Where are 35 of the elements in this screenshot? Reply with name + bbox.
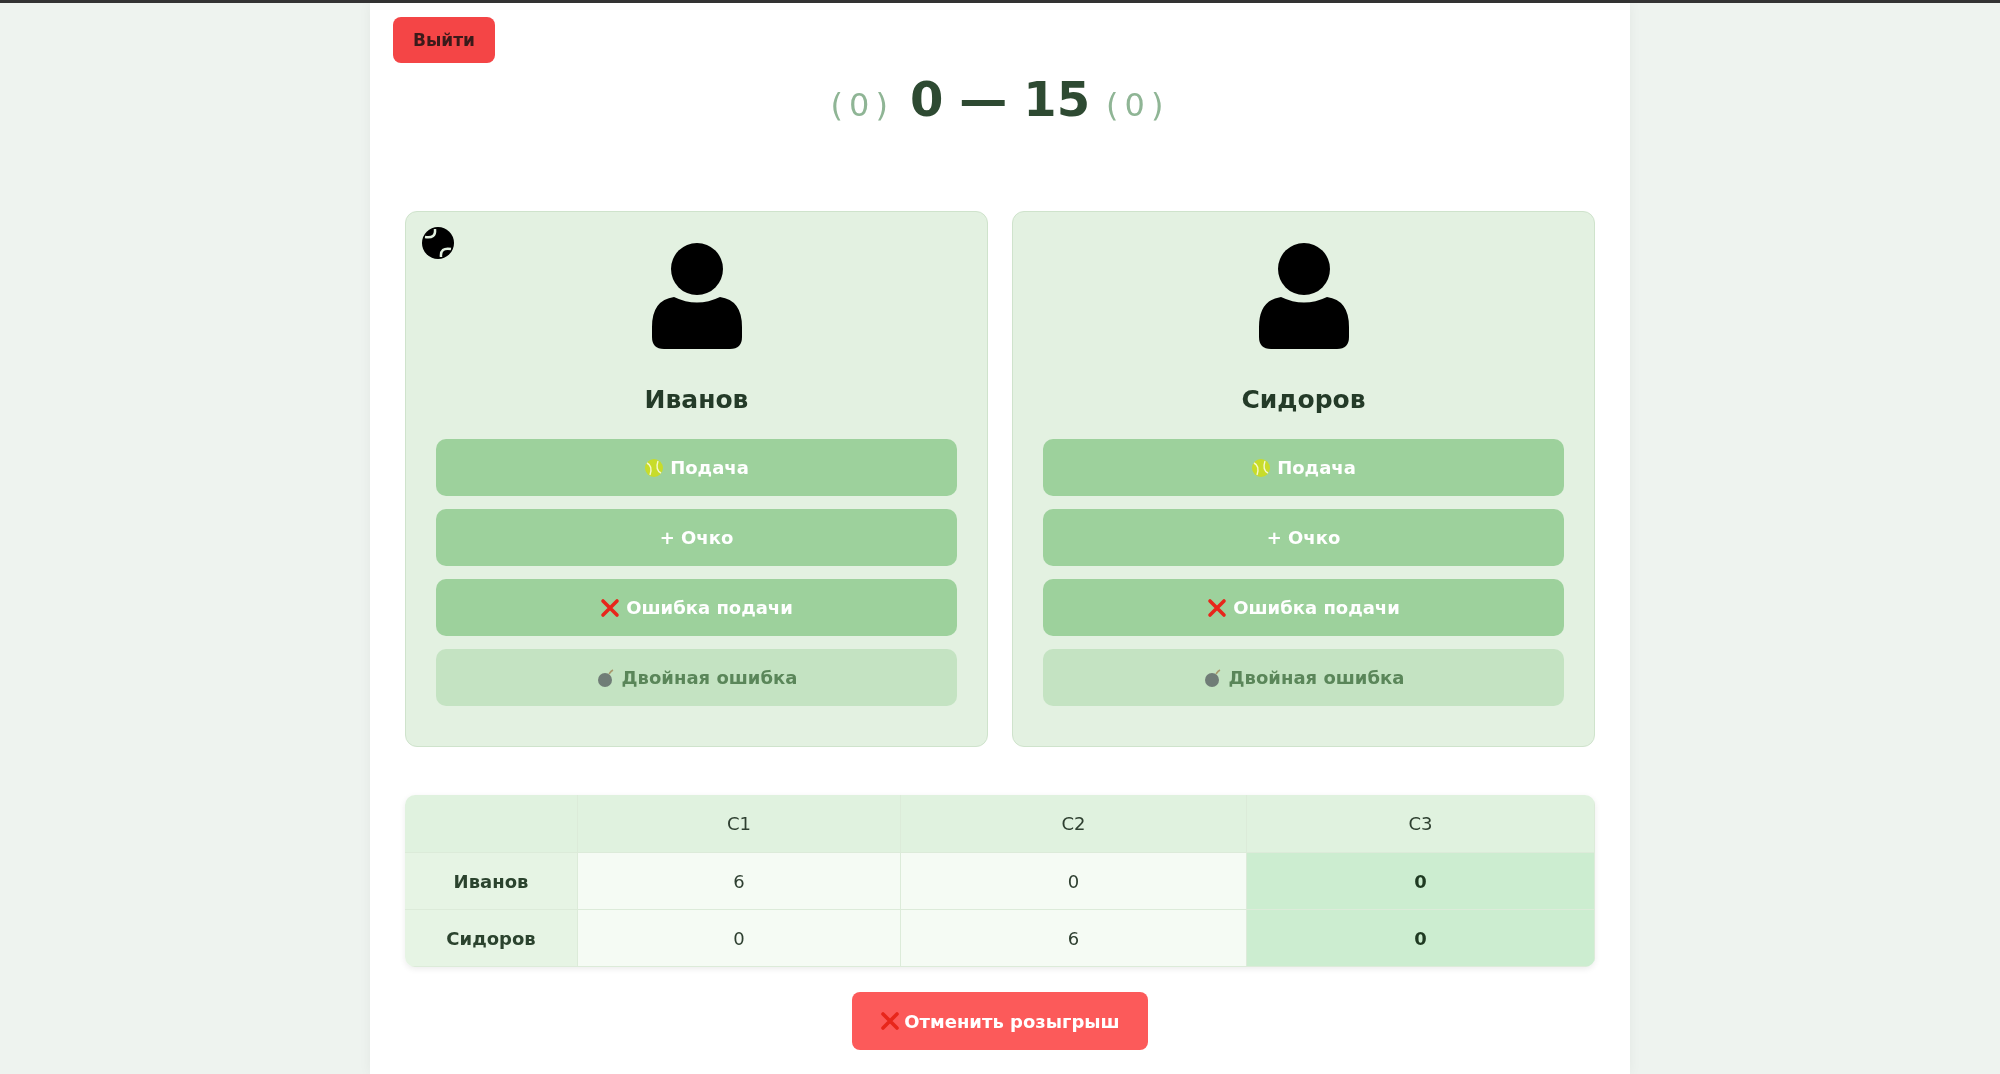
table-cell: 6 <box>901 910 1247 967</box>
action-button[interactable]: Ошибка подачи <box>1043 579 1564 636</box>
cancel-button[interactable]: Отменить розыгрыш <box>852 992 1148 1050</box>
score-separator: — <box>959 71 1008 127</box>
table-cell: 0 <box>901 853 1247 910</box>
column-header: С1 <box>578 795 901 853</box>
bomb-icon <box>1202 667 1223 688</box>
tennis-ball-icon <box>644 457 665 478</box>
action-button[interactable]: Подача <box>436 439 957 496</box>
row-header: Иванов <box>405 853 578 910</box>
column-header: С3 <box>1247 795 1595 853</box>
tennis-ball-icon <box>1251 457 1272 478</box>
exit-button[interactable]: Выйти <box>393 17 495 63</box>
cross-icon <box>600 597 621 618</box>
avatar-icon <box>1258 242 1349 350</box>
table-cell: 6 <box>578 853 901 910</box>
action-button[interactable]: + Очко <box>436 509 957 566</box>
player-name: Сидоров <box>1241 385 1366 414</box>
table-cell: 0 <box>1247 910 1595 967</box>
row-header: Сидоров <box>405 910 578 967</box>
bomb-icon <box>595 667 616 688</box>
table-cell: 0 <box>578 910 901 967</box>
points-score: 15 <box>1023 71 1091 127</box>
sets-count: (0) <box>1106 86 1170 124</box>
avatar-icon <box>651 242 742 350</box>
action-button[interactable]: Подача <box>1043 439 1564 496</box>
cross-icon <box>1207 597 1228 618</box>
sets-count: (0) <box>830 86 894 124</box>
action-button[interactable]: + Очко <box>1043 509 1564 566</box>
player-name: Иванов <box>644 385 749 414</box>
cross-icon <box>880 1011 901 1031</box>
points-score: 0 <box>909 71 944 127</box>
action-button[interactable]: Ошибка подачи <box>436 579 957 636</box>
table-cell: 0 <box>1247 853 1595 910</box>
column-header: С2 <box>901 795 1247 853</box>
